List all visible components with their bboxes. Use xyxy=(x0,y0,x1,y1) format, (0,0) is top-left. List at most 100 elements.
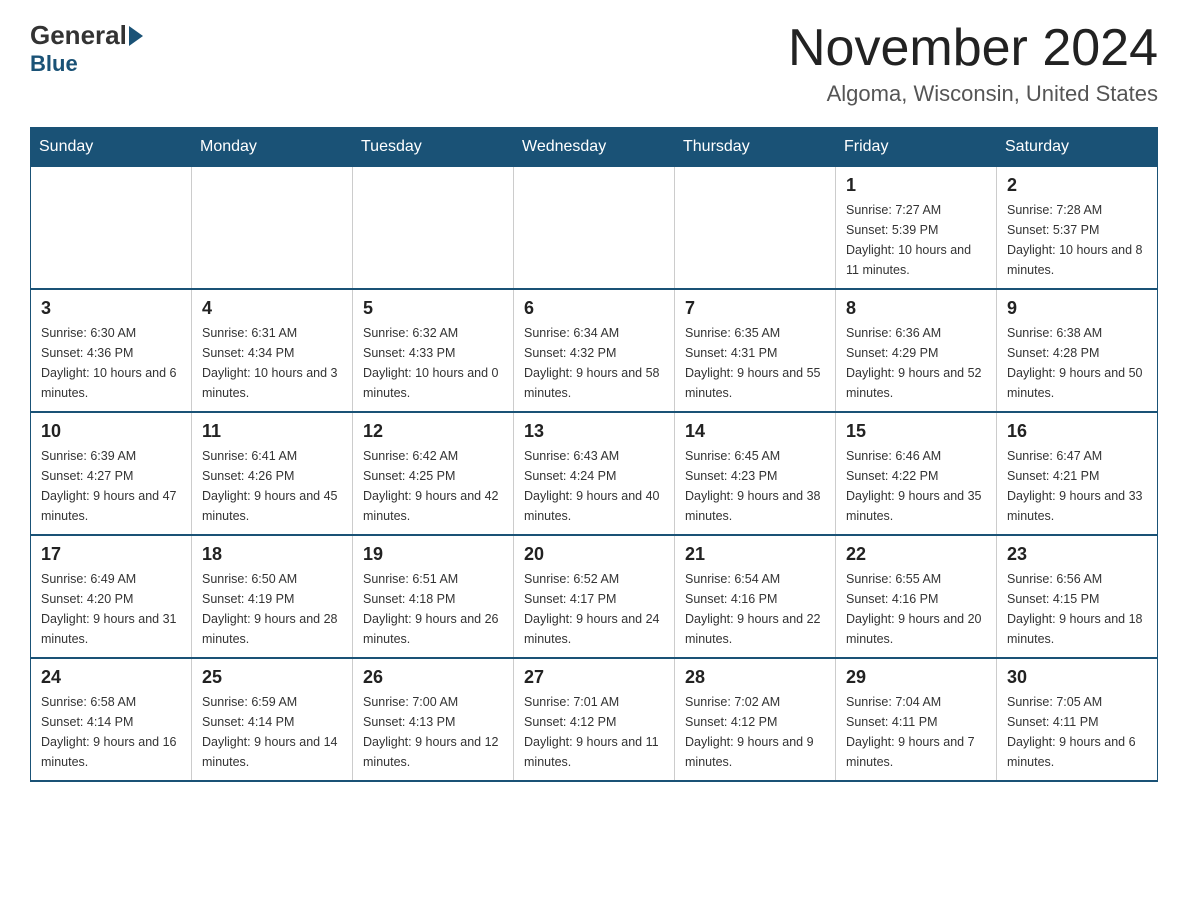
day-number: 14 xyxy=(685,421,825,442)
calendar-cell: 15 Sunrise: 6:46 AMSunset: 4:22 PMDayligh… xyxy=(836,412,997,535)
month-title: November 2024 xyxy=(788,20,1158,77)
calendar-cell: 23 Sunrise: 6:56 AMSunset: 4:15 PMDayligh… xyxy=(997,535,1158,658)
day-of-week-header: Saturday xyxy=(997,128,1158,167)
calendar-cell: 5 Sunrise: 6:32 AMSunset: 4:33 PMDaylight… xyxy=(353,289,514,412)
day-info: Sunrise: 6:42 AMSunset: 4:25 PMDaylight:… xyxy=(363,446,503,526)
day-info: Sunrise: 7:04 AMSunset: 4:11 PMDaylight:… xyxy=(846,692,986,772)
day-number: 16 xyxy=(1007,421,1147,442)
calendar-cell: 25 Sunrise: 6:59 AMSunset: 4:14 PMDayligh… xyxy=(192,658,353,781)
day-info: Sunrise: 6:55 AMSunset: 4:16 PMDaylight:… xyxy=(846,569,986,649)
page-header: General Blue November 2024 Algoma, Wisco… xyxy=(30,20,1158,107)
calendar-cell: 13Sunrise: 6:43 AMSunset: 4:24 PMDayligh… xyxy=(514,412,675,535)
calendar-cell xyxy=(514,167,675,290)
calendar-cell: 29 Sunrise: 7:04 AMSunset: 4:11 PMDayligh… xyxy=(836,658,997,781)
day-number: 17 xyxy=(41,544,181,565)
day-info: Sunrise: 7:00 AMSunset: 4:13 PMDaylight:… xyxy=(363,692,503,772)
logo: General Blue xyxy=(30,20,145,77)
day-number: 11 xyxy=(202,421,342,442)
day-info: Sunrise: 6:59 AMSunset: 4:14 PMDaylight:… xyxy=(202,692,342,772)
calendar-cell: 19 Sunrise: 6:51 AMSunset: 4:18 PMDayligh… xyxy=(353,535,514,658)
day-info: Sunrise: 6:34 AMSunset: 4:32 PMDaylight:… xyxy=(524,323,664,403)
calendar-cell: 21Sunrise: 6:54 AMSunset: 4:16 PMDayligh… xyxy=(675,535,836,658)
calendar-week-row: 1 Sunrise: 7:27 AMSunset: 5:39 PMDaylight… xyxy=(31,167,1158,290)
day-number: 23 xyxy=(1007,544,1147,565)
day-info: Sunrise: 6:32 AMSunset: 4:33 PMDaylight:… xyxy=(363,323,503,403)
calendar-cell: 28 Sunrise: 7:02 AMSunset: 4:12 PMDayligh… xyxy=(675,658,836,781)
day-number: 19 xyxy=(363,544,503,565)
day-number: 12 xyxy=(363,421,503,442)
calendar-cell: 14 Sunrise: 6:45 AMSunset: 4:23 PMDayligh… xyxy=(675,412,836,535)
day-number: 27 xyxy=(524,667,664,688)
day-number: 24 xyxy=(41,667,181,688)
day-info: Sunrise: 6:31 AMSunset: 4:34 PMDaylight:… xyxy=(202,323,342,403)
day-number: 15 xyxy=(846,421,986,442)
day-number: 21 xyxy=(685,544,825,565)
day-info: Sunrise: 6:35 AMSunset: 4:31 PMDaylight:… xyxy=(685,323,825,403)
day-info: Sunrise: 6:36 AMSunset: 4:29 PMDaylight:… xyxy=(846,323,986,403)
logo-blue-text: Blue xyxy=(30,51,78,77)
calendar-cell: 30Sunrise: 7:05 AMSunset: 4:11 PMDayligh… xyxy=(997,658,1158,781)
day-info: Sunrise: 6:38 AMSunset: 4:28 PMDaylight:… xyxy=(1007,323,1147,403)
day-number: 3 xyxy=(41,298,181,319)
calendar-cell: 11 Sunrise: 6:41 AMSunset: 4:26 PMDayligh… xyxy=(192,412,353,535)
day-number: 8 xyxy=(846,298,986,319)
day-info: Sunrise: 6:51 AMSunset: 4:18 PMDaylight:… xyxy=(363,569,503,649)
calendar-cell: 10 Sunrise: 6:39 AMSunset: 4:27 PMDayligh… xyxy=(31,412,192,535)
day-info: Sunrise: 6:52 AMSunset: 4:17 PMDaylight:… xyxy=(524,569,664,649)
calendar-cell: 6 Sunrise: 6:34 AMSunset: 4:32 PMDaylight… xyxy=(514,289,675,412)
day-number: 13 xyxy=(524,421,664,442)
day-info: Sunrise: 6:50 AMSunset: 4:19 PMDaylight:… xyxy=(202,569,342,649)
calendar-cell xyxy=(675,167,836,290)
calendar-cell: 20 Sunrise: 6:52 AMSunset: 4:17 PMDayligh… xyxy=(514,535,675,658)
calendar-week-row: 3 Sunrise: 6:30 AMSunset: 4:36 PMDaylight… xyxy=(31,289,1158,412)
calendar-cell: 1 Sunrise: 7:27 AMSunset: 5:39 PMDaylight… xyxy=(836,167,997,290)
calendar-header-row: SundayMondayTuesdayWednesdayThursdayFrid… xyxy=(31,128,1158,167)
calendar-week-row: 24 Sunrise: 6:58 AMSunset: 4:14 PMDayligh… xyxy=(31,658,1158,781)
day-info: Sunrise: 6:47 AMSunset: 4:21 PMDaylight:… xyxy=(1007,446,1147,526)
day-of-week-header: Monday xyxy=(192,128,353,167)
day-number: 6 xyxy=(524,298,664,319)
day-of-week-header: Sunday xyxy=(31,128,192,167)
day-number: 10 xyxy=(41,421,181,442)
calendar-cell: 7Sunrise: 6:35 AMSunset: 4:31 PMDaylight… xyxy=(675,289,836,412)
day-info: Sunrise: 6:39 AMSunset: 4:27 PMDaylight:… xyxy=(41,446,181,526)
day-of-week-header: Wednesday xyxy=(514,128,675,167)
calendar-week-row: 10 Sunrise: 6:39 AMSunset: 4:27 PMDayligh… xyxy=(31,412,1158,535)
calendar-cell: 22Sunrise: 6:55 AMSunset: 4:16 PMDayligh… xyxy=(836,535,997,658)
calendar-cell: 3 Sunrise: 6:30 AMSunset: 4:36 PMDaylight… xyxy=(31,289,192,412)
day-number: 25 xyxy=(202,667,342,688)
day-info: Sunrise: 7:02 AMSunset: 4:12 PMDaylight:… xyxy=(685,692,825,772)
day-number: 2 xyxy=(1007,175,1147,196)
day-number: 5 xyxy=(363,298,503,319)
day-info: Sunrise: 6:56 AMSunset: 4:15 PMDaylight:… xyxy=(1007,569,1147,649)
calendar-cell: 16 Sunrise: 6:47 AMSunset: 4:21 PMDayligh… xyxy=(997,412,1158,535)
day-number: 30 xyxy=(1007,667,1147,688)
calendar-cell: 27 Sunrise: 7:01 AMSunset: 4:12 PMDayligh… xyxy=(514,658,675,781)
calendar-week-row: 17Sunrise: 6:49 AMSunset: 4:20 PMDayligh… xyxy=(31,535,1158,658)
day-number: 1 xyxy=(846,175,986,196)
day-info: Sunrise: 7:27 AMSunset: 5:39 PMDaylight:… xyxy=(846,200,986,280)
day-info: Sunrise: 7:28 AMSunset: 5:37 PMDaylight:… xyxy=(1007,200,1147,280)
day-info: Sunrise: 6:46 AMSunset: 4:22 PMDaylight:… xyxy=(846,446,986,526)
day-number: 18 xyxy=(202,544,342,565)
day-number: 28 xyxy=(685,667,825,688)
calendar-cell: 26Sunrise: 7:00 AMSunset: 4:13 PMDayligh… xyxy=(353,658,514,781)
calendar-table: SundayMondayTuesdayWednesdayThursdayFrid… xyxy=(30,127,1158,782)
logo-general-text: General xyxy=(30,20,127,51)
day-info: Sunrise: 6:41 AMSunset: 4:26 PMDaylight:… xyxy=(202,446,342,526)
day-info: Sunrise: 6:30 AMSunset: 4:36 PMDaylight:… xyxy=(41,323,181,403)
calendar-cell: 2 Sunrise: 7:28 AMSunset: 5:37 PMDaylight… xyxy=(997,167,1158,290)
day-info: Sunrise: 6:45 AMSunset: 4:23 PMDaylight:… xyxy=(685,446,825,526)
location-subtitle: Algoma, Wisconsin, United States xyxy=(788,81,1158,107)
day-number: 29 xyxy=(846,667,986,688)
day-info: Sunrise: 7:01 AMSunset: 4:12 PMDaylight:… xyxy=(524,692,664,772)
day-of-week-header: Tuesday xyxy=(353,128,514,167)
day-number: 20 xyxy=(524,544,664,565)
calendar-cell: 12 Sunrise: 6:42 AMSunset: 4:25 PMDayligh… xyxy=(353,412,514,535)
logo-arrow-icon xyxy=(129,26,143,46)
calendar-cell xyxy=(353,167,514,290)
calendar-cell: 4Sunrise: 6:31 AMSunset: 4:34 PMDaylight… xyxy=(192,289,353,412)
day-of-week-header: Thursday xyxy=(675,128,836,167)
calendar-cell: 17Sunrise: 6:49 AMSunset: 4:20 PMDayligh… xyxy=(31,535,192,658)
day-info: Sunrise: 6:58 AMSunset: 4:14 PMDaylight:… xyxy=(41,692,181,772)
